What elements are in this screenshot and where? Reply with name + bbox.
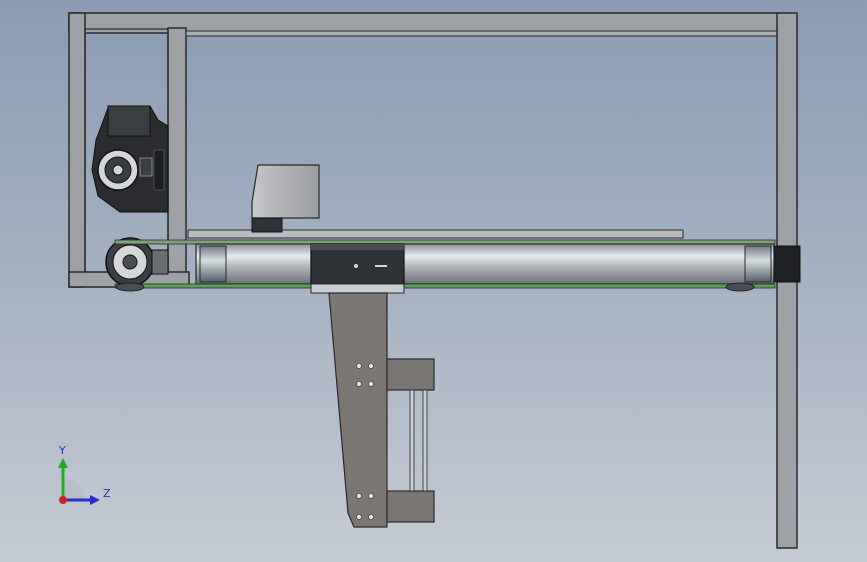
roller-end-cap-left <box>199 245 227 283</box>
conveyor-roller <box>195 243 775 285</box>
frame-left-post <box>68 12 86 288</box>
y-axis-label: Y <box>58 444 66 457</box>
z-axis-label: Z <box>103 487 111 500</box>
bracket-upper-arm <box>386 358 435 391</box>
gear-motor <box>91 105 169 213</box>
y-axis-arrow <box>58 458 68 468</box>
triad-origin <box>59 496 67 504</box>
bracket-lower-arm <box>386 490 435 523</box>
roller-end-cap-right <box>744 245 772 283</box>
frame-inner-post <box>167 27 187 288</box>
model-canvas[interactable]: Y Z <box>0 0 867 562</box>
view-triad[interactable]: Y Z <box>58 444 111 505</box>
support-bracket <box>328 292 435 528</box>
sensor-block <box>251 164 320 233</box>
z-axis-arrow <box>90 495 100 505</box>
cad-viewport[interactable]: Y Z <box>0 0 867 562</box>
frame-inner-top <box>185 30 780 37</box>
conveyor <box>114 229 801 294</box>
